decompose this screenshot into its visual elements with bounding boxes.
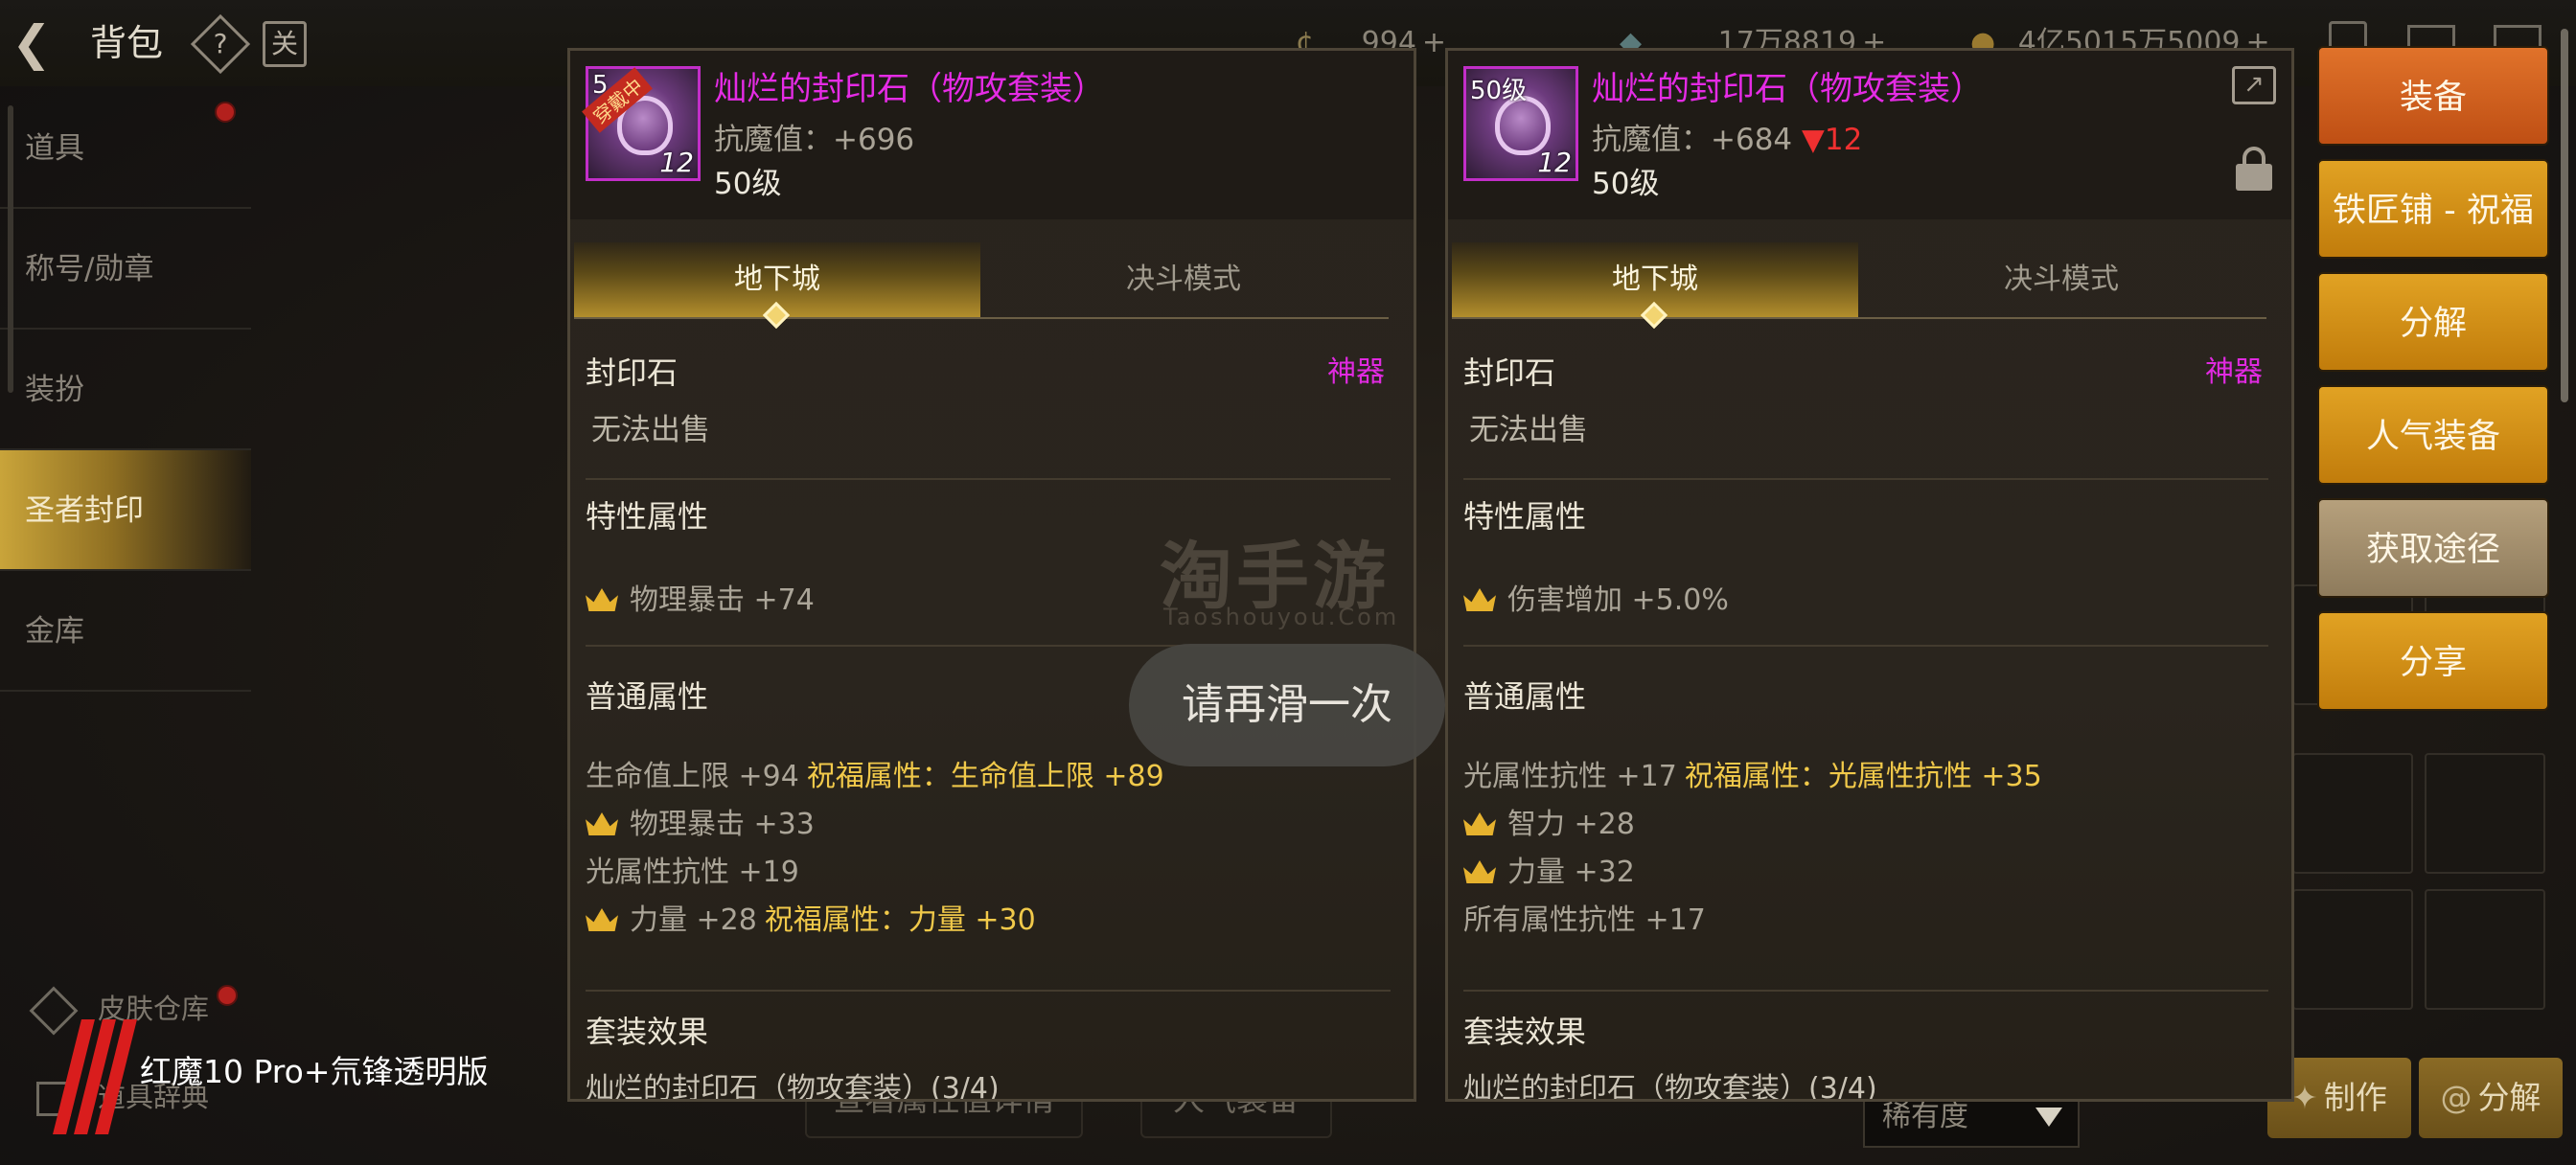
device-brand-watermark: 红魔10 Pro+氘锋透明版 [140,1053,489,1090]
divider [1463,478,2268,480]
normal-attribute: 力量 +28 祝福属性：力量 +30 [586,900,1036,942]
sidebar-item-items[interactable]: 道具 [0,88,251,209]
normal-attribute: 智力 +28 [1463,804,1635,846]
decompose-button[interactable]: 分解 [2317,272,2549,372]
sidebar-item-holy-seal[interactable]: 圣者封印 [0,450,251,571]
share-icon[interactable]: ↗ [2232,66,2276,104]
trait-attribute: 物理暴击 +74 [586,580,815,622]
stat-delta: ▼12 [1802,123,1863,157]
blacksmith-bless-button[interactable]: 铁匠铺 - 祝福 [2317,159,2549,259]
swirl-icon: @ [2440,1079,2472,1116]
action-scrollbar[interactable] [2561,29,2568,402]
lock-icon[interactable] [2236,147,2272,191]
set-name: 灿烂的封印石（物攻套装）(3/4) [1463,1072,1877,1102]
inventory-slot[interactable] [2425,753,2545,874]
equip-button[interactable]: 装备 [2317,46,2549,146]
inventory-slot[interactable] [2292,753,2413,874]
crown-icon [586,588,618,611]
crown-icon [1463,860,1496,883]
item-tooltip-compare: 50级 12 灿烂的封印石（物攻套装） 抗魔值：+684 ▼12 50级 ↗ 地… [1445,48,2294,1102]
crown-icon [1463,588,1496,611]
decompose-bottom-button[interactable]: @ 分解 [2419,1058,2563,1138]
crown-icon [586,812,618,835]
mode-tabs: 地下城 决斗模式 [1452,242,2266,330]
inventory-slot[interactable] [2292,889,2413,1010]
share-button[interactable]: 分享 [2317,611,2549,711]
normal-attribute: 力量 +32 [1463,852,1635,894]
item-level: 50级 [714,167,782,201]
item-rarity: 神器 [1327,355,1385,389]
sell-status: 无法出售 [591,413,710,447]
item-rarity: 神器 [2205,355,2263,389]
normal-attribute: 光属性抗性 +19 [586,856,799,889]
set-name: 灿烂的封印石（物攻套装）(3/4) [586,1072,1000,1102]
trait-section-title: 特性属性 [1463,498,1587,535]
red-magic-logo-icon [53,1019,137,1134]
normal-attribute: 光属性抗性 +17 祝福属性：光属性抗性 +35 [1463,760,2042,793]
item-category: 封印石 [586,354,678,391]
sidebar-item-vault[interactable]: 金库 [0,571,251,692]
normal-attribute: 所有属性抗性 +17 [1463,903,1706,937]
tab-duel[interactable]: 决斗模式 [1858,242,2265,317]
chevron-down-icon [2036,1108,2062,1127]
craft-icon: ✦ [2291,1079,2318,1116]
page-title: 背包 [90,22,164,64]
normal-section-title: 普通属性 [586,678,709,715]
divider [586,478,1391,480]
popular-equipment-button[interactable]: 人气装备 [2317,385,2549,485]
magic-resist-stat: 抗魔值：+696 [714,123,915,157]
notification-dot [215,102,236,123]
sidebar-item-titles[interactable]: 称号/勋章 [0,209,251,330]
magic-resist-stat: 抗魔值：+684 ▼12 [1592,123,1863,157]
normal-attribute: 生命值上限 +94 祝福属性：生命值上限 +89 [586,760,1164,793]
divider [1463,990,2268,992]
item-level: 50级 [1592,167,1660,201]
calendar-icon[interactable]: 关 [263,21,307,67]
divider [1463,645,2268,647]
tab-duel[interactable]: 决斗模式 [980,242,1387,317]
item-name: 灿烂的封印石（物攻套装） [714,70,1105,108]
sidebar-item-costume[interactable]: 装扮 [0,330,251,450]
seal-stone-icon: 5 穿戴中 12 [582,66,701,181]
mode-tabs: 地下城 决斗模式 [574,242,1389,330]
sell-status: 无法出售 [1469,413,1588,447]
set-section-title: 套装效果 [586,1014,709,1050]
crown-icon [1463,812,1496,835]
notification-dot [217,985,238,1006]
acquisition-route-button[interactable]: 获取途径 [2317,498,2549,598]
watermark-url: Taoshouyou.Com [1163,604,1400,630]
normal-attribute: 物理暴击 +33 [586,804,815,846]
sidebar-scrollbar[interactable] [8,105,13,393]
divider [586,990,1391,992]
crown-icon [586,908,618,931]
toast-message: 请再滑一次 [1129,644,1445,766]
back-arrow-icon[interactable]: ❮ [12,17,69,69]
trait-section-title: 特性属性 [586,498,709,535]
seal-stone-icon: 50级 12 [1463,66,1578,181]
normal-section-title: 普通属性 [1463,678,1587,715]
item-category: 封印石 [1463,354,1556,391]
item-name: 灿烂的封印石（物攻套装） [1592,70,1983,108]
trait-attribute: 伤害增加 +5.0% [1463,580,1729,622]
set-section-title: 套装效果 [1463,1014,1587,1050]
inventory-slot[interactable] [2425,889,2545,1010]
